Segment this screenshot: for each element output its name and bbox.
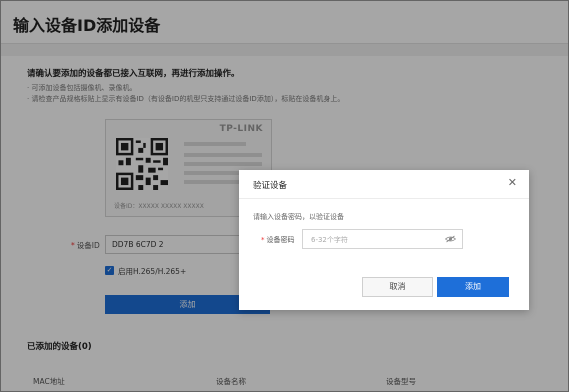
password-placeholder: 6-32个字符 xyxy=(311,236,348,244)
cancel-button[interactable]: 取消 xyxy=(362,277,433,297)
eye-off-icon[interactable] xyxy=(445,235,456,243)
password-input[interactable]: 6-32个字符 xyxy=(302,229,463,249)
verify-device-dialog: 验证设备 ✕ 请输入设备密码，以验证设备 * 设备密码 6-32个字符 取消 添加 xyxy=(239,170,529,310)
dialog-add-button[interactable]: 添加 xyxy=(437,277,509,297)
dialog-title: 验证设备 xyxy=(253,181,288,191)
dialog-description: 请输入设备密码，以验证设备 xyxy=(253,213,344,221)
dialog-header: 验证设备 ✕ xyxy=(239,170,529,199)
close-icon[interactable]: ✕ xyxy=(508,176,517,189)
password-label: * 设备密码 xyxy=(261,236,295,244)
